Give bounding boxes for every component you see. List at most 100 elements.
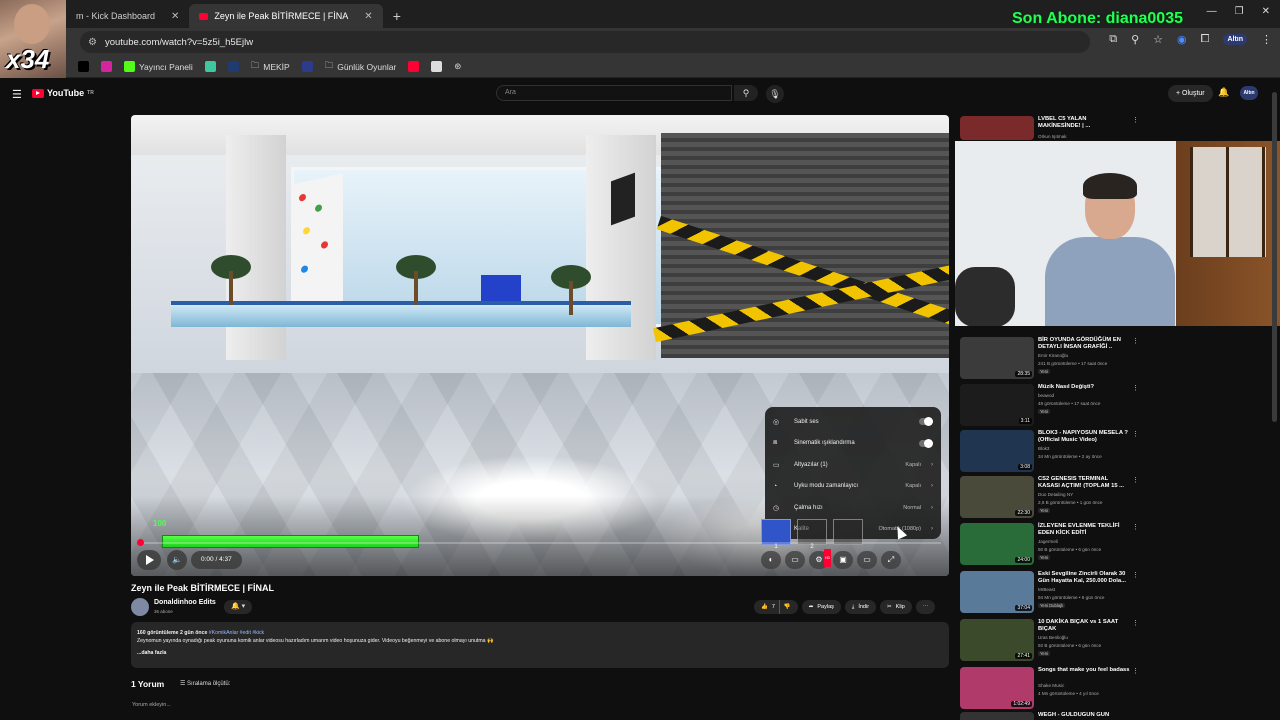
- recommended-video[interactable]: 3:08 BLOK3 - NAPIYOSUN MESELA ? (Officia…: [960, 430, 1250, 472]
- setting-value: Normal: [903, 504, 921, 511]
- recommended-video[interactable]: 1:02:49 Songs that make you feel badass …: [960, 667, 1250, 709]
- zoom-icon[interactable]: ⚲: [1131, 33, 1139, 46]
- setting-sleep-timer[interactable]: ◔ Uyku modu zamanlayıcı Kapalı ›: [765, 476, 941, 498]
- video-thumbnail: [960, 116, 1034, 140]
- close-window-icon[interactable]: ✕: [1262, 6, 1270, 17]
- progress-scrubber[interactable]: [137, 539, 144, 546]
- bookmark-label: MEKİP: [263, 61, 290, 72]
- bookmarks-bar: Yayıncı Paneli 🗀 MEKİP 🗀 Günlük Oyunlar …: [0, 56, 1280, 78]
- recommended-video[interactable]: 37:04 Eski Sevgiline Zincirli Olarak 30 …: [960, 571, 1250, 613]
- more-options-icon[interactable]: ⋮: [1132, 337, 1139, 345]
- page-scrollbar[interactable]: [1272, 92, 1277, 422]
- tab-kick-dashboard[interactable]: m - Kick Dashboard ✕: [66, 4, 189, 28]
- recommended-video[interactable]: 27:41 10 DAKİKA BIÇAK vs 1 SAAT BIÇAK Ur…: [960, 619, 1250, 661]
- tree-trunk: [414, 271, 418, 305]
- ambient-mode-toggle[interactable]: [919, 438, 933, 448]
- settings-gear-icon[interactable]: ⚙ HD: [809, 549, 831, 569]
- search-icon[interactable]: ⚲: [734, 85, 758, 101]
- bookmark-star-icon[interactable]: ☆: [1153, 33, 1163, 46]
- restore-icon[interactable]: ❐: [1235, 6, 1244, 17]
- microphone-icon[interactable]: 🎙: [766, 85, 784, 103]
- x-bookmark-icon[interactable]: [78, 61, 89, 72]
- youtube-bookmark-icon[interactable]: [408, 61, 420, 72]
- bookmark-yayinci-paneli[interactable]: Yayıncı Paneli: [124, 61, 193, 72]
- recommended-video[interactable]: WEGH - GÜLDÜĞÜN GÜN: [960, 712, 1250, 720]
- clip-button[interactable]: ✂ Klip: [880, 600, 912, 614]
- more-actions-icon[interactable]: ⋯: [915, 600, 936, 614]
- more-options-icon[interactable]: ⋮: [1132, 430, 1139, 438]
- search-input[interactable]: Ara: [496, 85, 732, 101]
- minimize-icon[interactable]: —: [1207, 6, 1217, 17]
- subtitles-button-icon[interactable]: ▭: [785, 551, 805, 569]
- extension-icon[interactable]: ◉: [1177, 33, 1187, 46]
- more-options-icon[interactable]: ⋮: [1132, 619, 1139, 627]
- more-options-icon[interactable]: ⋮: [1132, 523, 1139, 531]
- progress-bar[interactable]: [139, 542, 941, 544]
- site-info-icon[interactable]: ⚙: [88, 37, 97, 48]
- menu-icon[interactable]: ☰: [12, 88, 22, 101]
- more-options-icon[interactable]: ⋮: [1132, 384, 1139, 392]
- bookmark-gunluk-oyunlar[interactable]: 🗀 Günlük Oyunlar: [325, 60, 397, 74]
- subtitles-icon: ▭: [773, 461, 780, 469]
- recommended-channel: Blok3: [1038, 446, 1050, 451]
- youtube-logo[interactable]: YouTube TR: [32, 88, 94, 98]
- more-options-icon[interactable]: ⋮: [1132, 476, 1139, 484]
- share-button[interactable]: ➦ Paylaş: [801, 600, 841, 614]
- theater-mode-icon[interactable]: ▭: [857, 551, 877, 569]
- like-button[interactable]: 👍 7 👎: [754, 600, 798, 614]
- play-button[interactable]: [137, 550, 161, 570]
- extensions-puzzle-icon[interactable]: ⧠: [1201, 33, 1210, 46]
- recommended-title: BLOK3 - NAPIYOSUN MESELA ? (Official Mus…: [1038, 430, 1128, 443]
- recommended-video[interactable]: 24:00 İZLEYENE EVLENME TEKLİFİ EDEN KİCK…: [960, 523, 1250, 565]
- stable-volume-toggle[interactable]: [919, 417, 933, 427]
- instagram-bookmark-icon[interactable]: [101, 61, 112, 72]
- setting-subtitles[interactable]: ▭ Altyazılar (1) Kapalı ›: [765, 454, 941, 476]
- fullscreen-icon[interactable]: ⤢: [881, 551, 901, 569]
- close-icon[interactable]: ✕: [364, 11, 372, 22]
- clip-label: Klip: [895, 604, 905, 610]
- browser-menu-icon[interactable]: ⋮: [1261, 33, 1272, 46]
- description-box[interactable]: 160 görüntüleme 2 gün önce #KomikAnlar #…: [131, 622, 949, 668]
- autoplay-toggle-icon[interactable]: ◐: [761, 551, 781, 569]
- notifications-icon[interactable]: 🔔: [1218, 87, 1229, 98]
- account-avatar[interactable]: Altın: [1240, 86, 1258, 100]
- image-bookmark-icon[interactable]: [431, 61, 443, 72]
- create-button[interactable]: + Oluştur: [1168, 85, 1213, 102]
- setting-stable-volume[interactable]: ◎ Sabit ses: [765, 411, 941, 433]
- more-options-icon[interactable]: ⋮: [1132, 116, 1139, 124]
- volume-icon[interactable]: 🔈: [167, 550, 187, 570]
- app-bookmark-icon[interactable]: [204, 61, 216, 72]
- close-icon[interactable]: ✕: [171, 11, 179, 22]
- new-tab-button[interactable]: +: [383, 8, 411, 28]
- prime-bookmark-icon[interactable]: [227, 61, 239, 72]
- download-button[interactable]: ⤓ İndir: [844, 600, 877, 614]
- recommended-video[interactable]: 22:30 CS2 GENESIS TERMINAL KASASI AÇTIM!…: [960, 476, 1250, 518]
- more-options-icon[interactable]: ⋮: [1132, 571, 1139, 579]
- grid-bookmark-icon[interactable]: [301, 61, 313, 72]
- setting-playback-speed[interactable]: ◷ Çalma hızı Normal ›: [765, 497, 941, 519]
- recommended-video[interactable]: 28:35 BİR OYUNDA GÖRDÜĞÜM EN DETAYLI İNS…: [960, 337, 1250, 379]
- bookmark-mekip[interactable]: 🗀 MEKİP: [251, 60, 290, 74]
- miniplayer-icon[interactable]: ▣: [833, 551, 853, 569]
- hashtags[interactable]: #KomikAnlar #edit #kick: [209, 630, 264, 636]
- recommended-channel: MrBeast: [1038, 587, 1056, 592]
- notification-bell-button[interactable]: 🔔 ▾: [224, 600, 253, 614]
- chatgpt-bookmark-icon[interactable]: ⊛: [454, 61, 461, 72]
- sort-button[interactable]: ☰ Sıralama ölçütü:: [180, 680, 230, 687]
- setting-ambient-mode[interactable]: ⧈ Sinematik ışıklandırma: [765, 433, 941, 455]
- tab-youtube-video[interactable]: Zeyn ile Peak BİTİRMECE | FİNA ✕: [189, 4, 383, 28]
- thumbs-down-icon[interactable]: 👎: [778, 600, 791, 614]
- scene-blue-sign: [481, 275, 521, 301]
- url-field[interactable]: ⚙ youtube.com/watch?v=5z5i_h5Ejlw: [80, 31, 1090, 53]
- streamer-webcam-small: x34: [0, 0, 66, 78]
- show-more-link[interactable]: ...daha fazla: [137, 649, 943, 657]
- recommended-video[interactable]: 3:11 Müzik Nasıl Değişti? beawod 48 görü…: [960, 384, 1250, 426]
- install-icon[interactable]: ⧉: [1109, 33, 1117, 46]
- channel-avatar[interactable]: [131, 598, 149, 616]
- video-player[interactable]: ◎ Sabit ses ⧈ Sinematik ışıklandırma ▭ A…: [131, 115, 949, 576]
- more-options-icon[interactable]: ⋮: [1132, 667, 1139, 675]
- video-thumbnail: 24:00: [960, 523, 1034, 565]
- profile-avatar[interactable]: Altın: [1223, 34, 1247, 45]
- channel-name[interactable]: Donaldinhoo Edits: [154, 599, 216, 606]
- add-comment-input[interactable]: Yorum ekleyin...: [132, 702, 171, 708]
